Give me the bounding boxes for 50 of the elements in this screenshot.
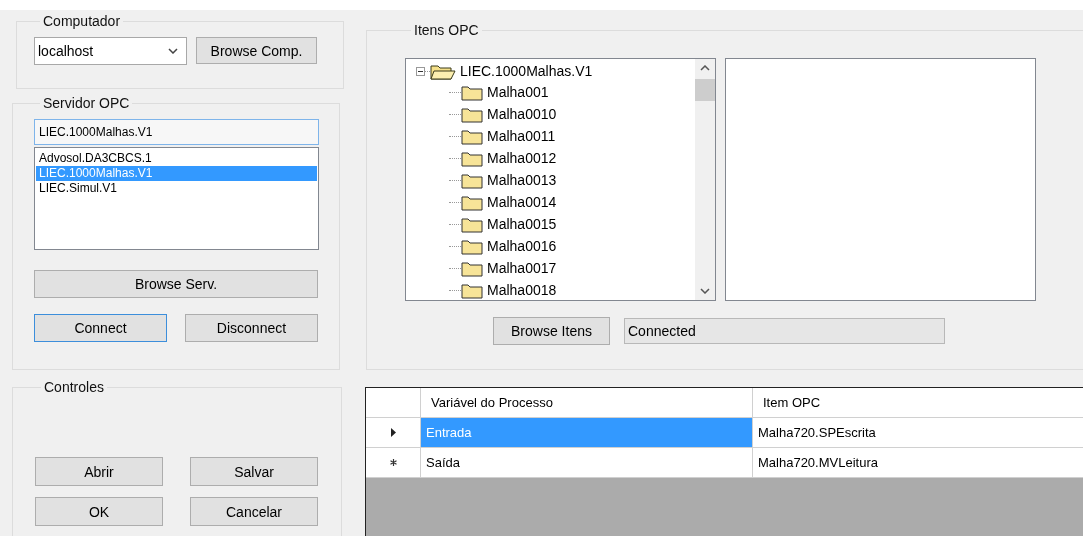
folder-icon [461,259,483,277]
action-button[interactable]: Cancelar [190,497,318,526]
new-row-icon [389,459,397,466]
tree-item[interactable]: Malha0017 [487,260,557,276]
computer-dropdown[interactable]: localhost [34,37,187,65]
table-cell[interactable]: Saída [421,448,753,478]
scroll-thumb[interactable] [695,79,715,101]
scrollbar[interactable] [695,59,715,300]
folder-icon [461,193,483,211]
status-field: Connected [624,318,945,344]
folder-icon [461,237,483,255]
group-title: Computador [42,13,122,29]
server-list-item[interactable]: LIEC.Simul.V1 [36,181,317,196]
folder-icon [461,127,483,145]
chevron-down-icon [168,48,178,54]
folder-icon [461,171,483,189]
browse-items-button[interactable]: Browse Itens [493,317,610,345]
table-cell[interactable]: Malha720.MVLeitura [753,448,1083,478]
action-button[interactable]: Abrir [35,457,163,486]
tree-item[interactable]: Malha0016 [487,238,557,254]
browse-computer-button[interactable]: Browse Comp. [196,37,317,64]
current-row-icon [390,428,396,437]
action-button[interactable]: OK [35,497,163,526]
tree-item[interactable]: Malha0015 [487,216,557,232]
action-button[interactable]: Salvar [190,457,318,486]
group-title: Controles [43,379,105,395]
tree-item[interactable]: Malha0010 [487,106,557,122]
folder-icon [461,83,483,101]
chevron-down-icon [700,288,710,294]
tree-item[interactable]: Malha0018 [487,282,557,298]
server-field[interactable]: LIEC.1000Malhas.V1 [34,119,319,145]
tree-item[interactable]: Malha0013 [487,172,557,188]
tree-item[interactable]: Malha0011 [487,128,556,144]
folder-icon [430,62,456,80]
browse-server-button[interactable]: Browse Serv. [34,270,318,298]
connect-button[interactable]: Connect [34,314,167,342]
folder-icon [461,149,483,167]
server-list-item[interactable]: Advosol.DA3CBCS.1 [36,151,317,166]
group-title: Itens OPC [413,22,480,38]
disconnect-button[interactable]: Disconnect [185,314,318,342]
tree-item[interactable]: LIEC.1000Malhas.V1 [460,63,593,79]
folder-icon [461,281,483,299]
group-title: Servidor OPC [42,95,131,111]
tree-item[interactable]: Malha0012 [487,150,557,166]
tree-item[interactable]: Malha001 [487,84,549,100]
column-header[interactable]: Variável do Processo [421,388,753,418]
folder-icon [461,215,483,233]
chevron-up-icon [700,65,710,71]
tree-item[interactable]: Malha0014 [487,194,557,210]
folder-icon [461,105,483,123]
